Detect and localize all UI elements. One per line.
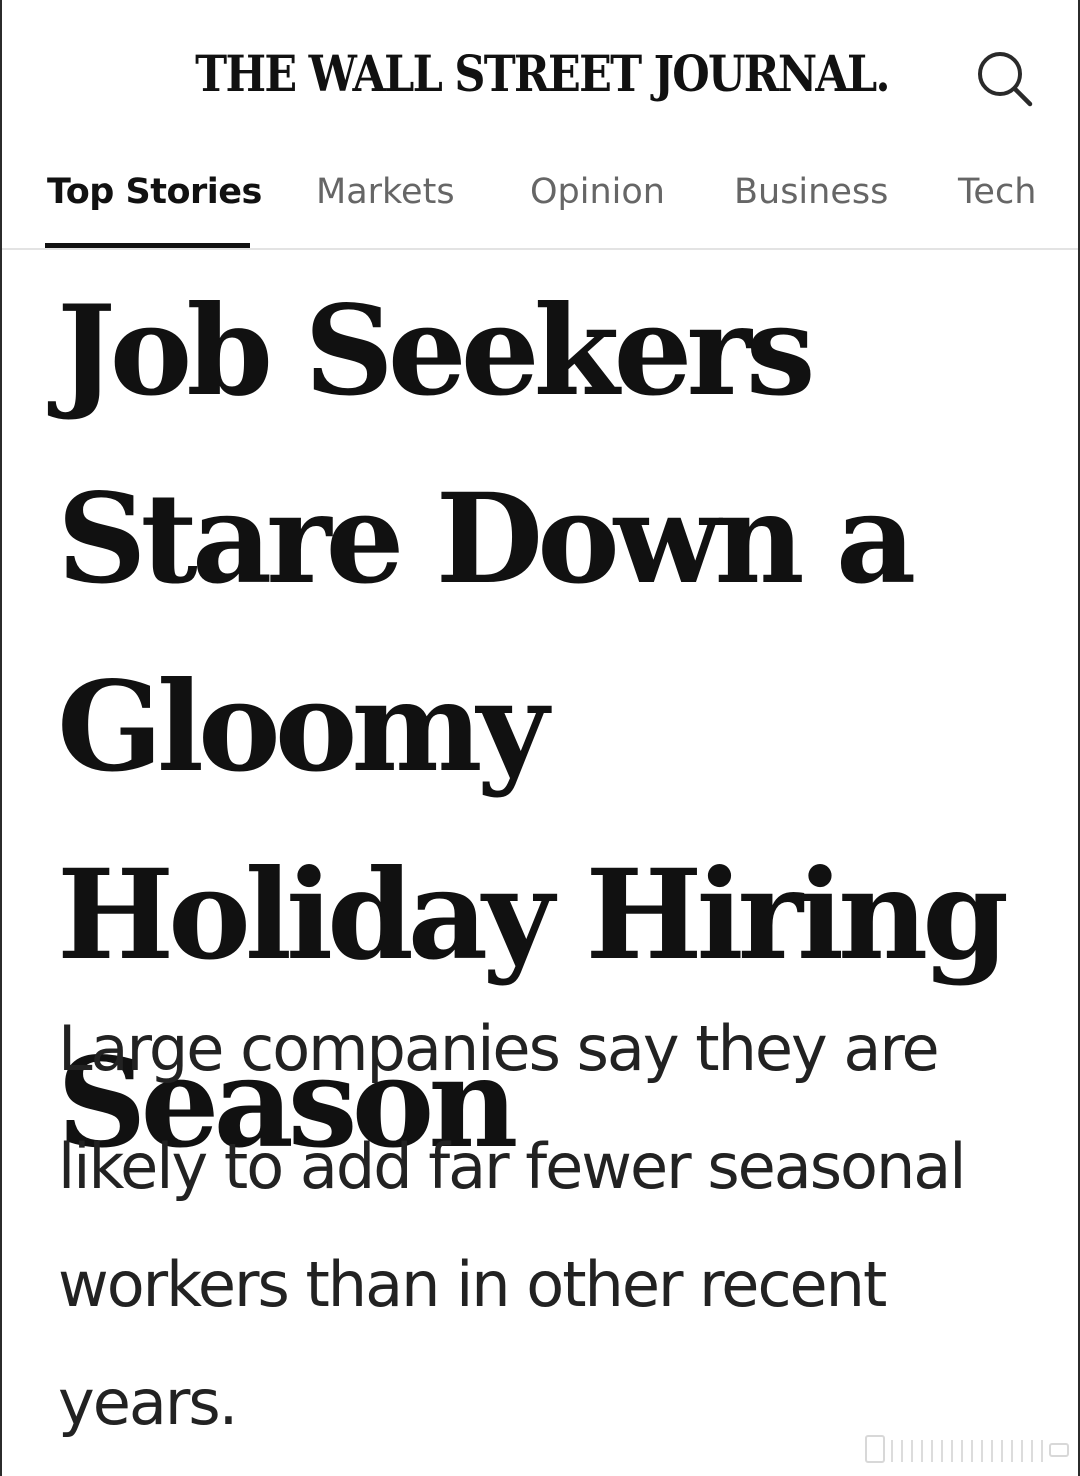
tab-tech[interactable]: Tech [958, 164, 1036, 220]
watermark-logo [864, 1432, 1072, 1468]
tab-markets[interactable]: Markets [316, 164, 455, 220]
masthead: THE WALL STREET JOURNAL. [2, 0, 1078, 150]
section-tabs: Top Stories Markets Opinion Business Tec… [2, 150, 1078, 250]
article-summary[interactable]: Large companies say they are likely to a… [58, 990, 1058, 1462]
tab-opinion[interactable]: Opinion [530, 164, 665, 220]
watermark-icon [865, 1435, 1069, 1463]
search-button[interactable] [970, 44, 1040, 114]
wsj-logo[interactable]: THE WALL STREET JOURNAL. [78, 38, 1007, 110]
search-icon [978, 52, 1033, 107]
active-tab-indicator [45, 243, 250, 248]
tab-top-stories[interactable]: Top Stories [47, 164, 262, 220]
tab-business[interactable]: Business [734, 164, 888, 220]
